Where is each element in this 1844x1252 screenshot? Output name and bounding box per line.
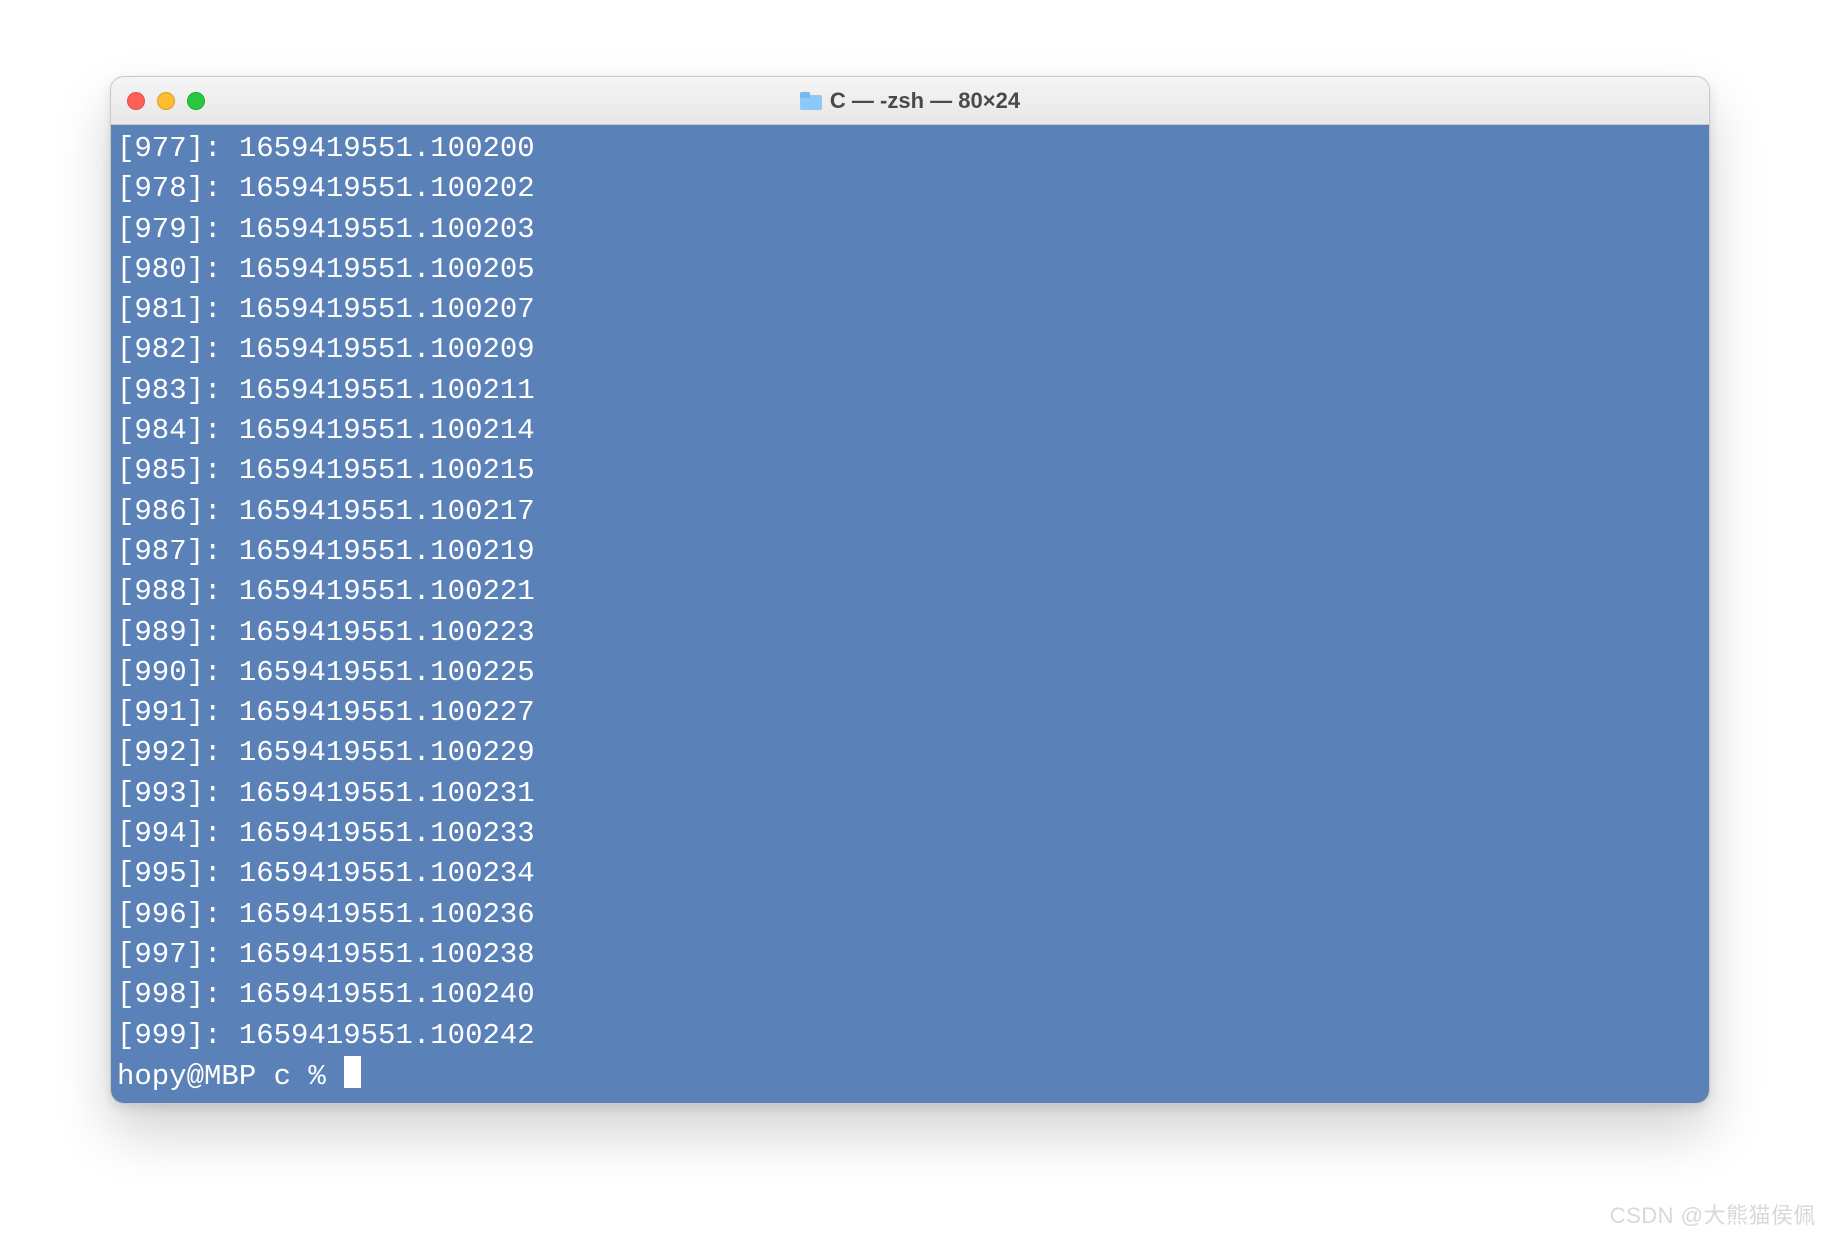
line-index: [985]:: [117, 454, 221, 487]
terminal-line: [998]: 1659419551.100240: [117, 975, 1703, 1015]
folder-icon: [800, 92, 822, 110]
line-value: 1659419551.100211: [239, 374, 535, 407]
line-index: [982]:: [117, 333, 221, 366]
close-button[interactable]: [127, 92, 145, 110]
terminal-line: [995]: 1659419551.100234: [117, 854, 1703, 894]
line-index: [980]:: [117, 253, 221, 286]
line-index: [981]:: [117, 293, 221, 326]
line-value: 1659419551.100207: [239, 293, 535, 326]
line-index: [987]:: [117, 535, 221, 568]
cursor-block: [344, 1056, 361, 1088]
terminal-line: [977]: 1659419551.100200: [117, 129, 1703, 169]
line-value: 1659419551.100217: [239, 495, 535, 528]
terminal-line: [992]: 1659419551.100229: [117, 733, 1703, 773]
line-index: [993]:: [117, 777, 221, 810]
line-value: 1659419551.100234: [239, 857, 535, 890]
terminal-window: C — -zsh — 80×24 [977]: 1659419551.10020…: [110, 76, 1710, 1104]
terminal-content[interactable]: [977]: 1659419551.100200[978]: 165941955…: [111, 125, 1709, 1103]
line-value: 1659419551.100225: [239, 656, 535, 689]
terminal-line: [990]: 1659419551.100225: [117, 653, 1703, 693]
terminal-line: [985]: 1659419551.100215: [117, 451, 1703, 491]
line-value: 1659419551.100200: [239, 132, 535, 165]
terminal-line: [981]: 1659419551.100207: [117, 290, 1703, 330]
line-value: 1659419551.100221: [239, 575, 535, 608]
line-value: 1659419551.100227: [239, 696, 535, 729]
line-index: [986]:: [117, 495, 221, 528]
terminal-line: [983]: 1659419551.100211: [117, 371, 1703, 411]
line-value: 1659419551.100209: [239, 333, 535, 366]
line-value: 1659419551.100205: [239, 253, 535, 286]
terminal-line: [978]: 1659419551.100202: [117, 169, 1703, 209]
terminal-line: [980]: 1659419551.100205: [117, 250, 1703, 290]
line-index: [992]:: [117, 736, 221, 769]
terminal-line: [988]: 1659419551.100221: [117, 572, 1703, 612]
titlebar[interactable]: C — -zsh — 80×24: [111, 77, 1709, 125]
line-index: [995]:: [117, 857, 221, 890]
line-value: 1659419551.100231: [239, 777, 535, 810]
line-value: 1659419551.100238: [239, 938, 535, 971]
line-index: [988]:: [117, 575, 221, 608]
line-index: [991]:: [117, 696, 221, 729]
line-index: [999]:: [117, 1019, 221, 1052]
watermark-text: CSDN @大熊猫侯佩: [1610, 1198, 1816, 1230]
terminal-line: [989]: 1659419551.100223: [117, 613, 1703, 653]
terminal-line: [994]: 1659419551.100233: [117, 814, 1703, 854]
window-title-text: C — -zsh — 80×24: [830, 88, 1020, 114]
terminal-line: [993]: 1659419551.100231: [117, 774, 1703, 814]
terminal-line: [999]: 1659419551.100242: [117, 1016, 1703, 1056]
line-index: [994]:: [117, 817, 221, 850]
line-index: [983]:: [117, 374, 221, 407]
terminal-line: [986]: 1659419551.100217: [117, 492, 1703, 532]
line-value: 1659419551.100223: [239, 616, 535, 649]
prompt-line[interactable]: hopy@MBP c %: [117, 1056, 1703, 1097]
zoom-button[interactable]: [187, 92, 205, 110]
traffic-lights: [127, 92, 205, 110]
line-index: [990]:: [117, 656, 221, 689]
line-index: [998]:: [117, 978, 221, 1011]
shell-prompt: hopy@MBP c %: [117, 1060, 343, 1093]
line-index: [978]:: [117, 172, 221, 205]
line-index: [979]:: [117, 213, 221, 246]
terminal-line: [996]: 1659419551.100236: [117, 895, 1703, 935]
window-title: C — -zsh — 80×24: [111, 88, 1709, 114]
line-value: 1659419551.100215: [239, 454, 535, 487]
line-value: 1659419551.100236: [239, 898, 535, 931]
terminal-line: [984]: 1659419551.100214: [117, 411, 1703, 451]
line-value: 1659419551.100240: [239, 978, 535, 1011]
terminal-line: [991]: 1659419551.100227: [117, 693, 1703, 733]
line-index: [989]:: [117, 616, 221, 649]
line-value: 1659419551.100219: [239, 535, 535, 568]
terminal-line: [982]: 1659419551.100209: [117, 330, 1703, 370]
line-value: 1659419551.100233: [239, 817, 535, 850]
line-index: [977]:: [117, 132, 221, 165]
line-index: [996]:: [117, 898, 221, 931]
line-index: [984]:: [117, 414, 221, 447]
terminal-line: [979]: 1659419551.100203: [117, 210, 1703, 250]
line-value: 1659419551.100242: [239, 1019, 535, 1052]
terminal-line: [987]: 1659419551.100219: [117, 532, 1703, 572]
line-value: 1659419551.100202: [239, 172, 535, 205]
line-value: 1659419551.100203: [239, 213, 535, 246]
minimize-button[interactable]: [157, 92, 175, 110]
line-value: 1659419551.100229: [239, 736, 535, 769]
terminal-line: [997]: 1659419551.100238: [117, 935, 1703, 975]
line-index: [997]:: [117, 938, 221, 971]
line-value: 1659419551.100214: [239, 414, 535, 447]
